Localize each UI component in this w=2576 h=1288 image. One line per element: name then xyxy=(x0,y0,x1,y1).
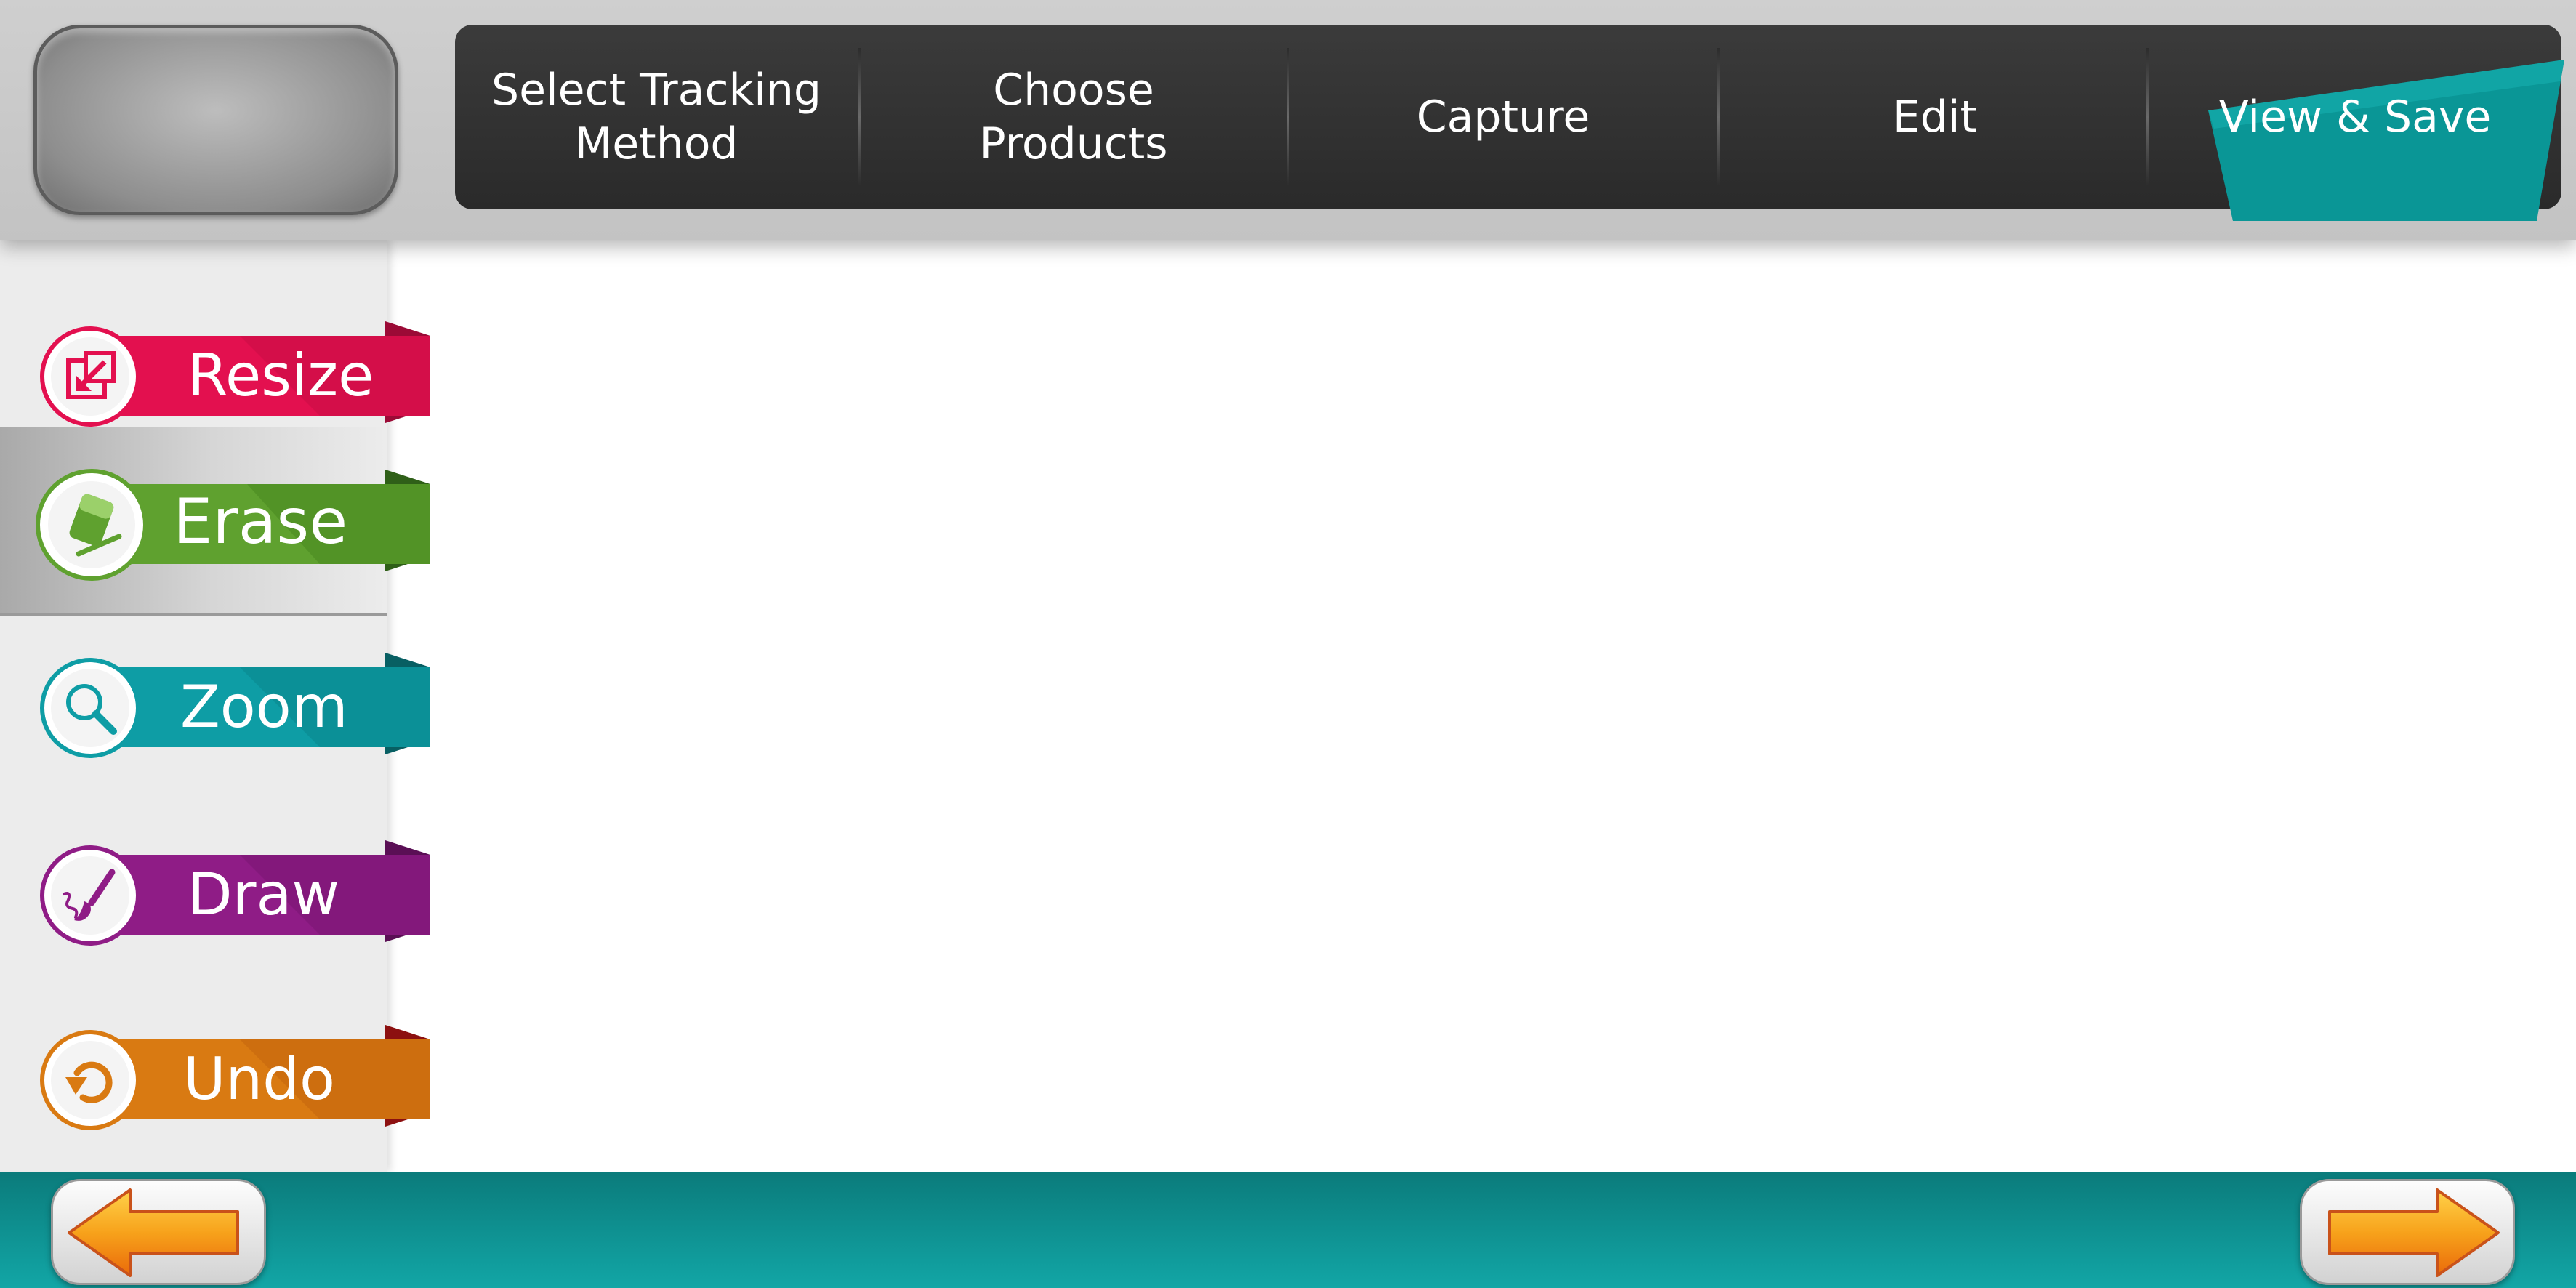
tab-label: Edit xyxy=(1892,92,1978,142)
top-header: Select Tracking Method Choose Products C… xyxy=(0,0,2576,240)
arrow-left-icon xyxy=(68,1188,239,1277)
tool-label: Erase xyxy=(173,486,348,558)
edit-canvas[interactable] xyxy=(387,240,2576,1172)
paintbrush-icon xyxy=(63,869,116,921)
tool-label: Draw xyxy=(188,860,339,928)
tab-label: Choose Products xyxy=(979,65,1168,169)
tool-label: Zoom xyxy=(180,672,348,741)
tab-select-tracking-method[interactable]: Select Tracking Method xyxy=(455,25,858,209)
back-button[interactable] xyxy=(51,1179,266,1285)
tool-label: Undo xyxy=(183,1045,335,1113)
bottom-navigation-bar xyxy=(0,1172,2576,1288)
tool-sidebar: Resize Erase Zoom Draw Undo xyxy=(0,240,430,1172)
tab-choose-products[interactable]: Choose Products xyxy=(861,25,1287,209)
eraser-icon xyxy=(69,494,122,557)
undo-icon xyxy=(65,1061,113,1103)
draw-tool-button[interactable]: Draw xyxy=(0,800,430,989)
tab-label: View & Save xyxy=(2218,92,2492,142)
tab-edit[interactable]: Edit xyxy=(1720,25,2138,209)
tab-label: Capture xyxy=(1416,92,1590,142)
resize-icon xyxy=(66,351,116,399)
next-button[interactable] xyxy=(2300,1179,2515,1285)
tab-capture[interactable]: Capture xyxy=(1289,25,1717,209)
zoom-tool-button[interactable]: Zoom xyxy=(0,612,430,801)
erase-tool-button[interactable]: Erase xyxy=(0,427,430,616)
magnifier-icon xyxy=(66,684,117,735)
workflow-tabs: Select Tracking Method Choose Products C… xyxy=(455,25,2564,221)
arrow-right-icon xyxy=(2328,1188,2500,1277)
undo-tool-button[interactable]: Undo xyxy=(0,984,430,1173)
tab-label: Select Tracking Method xyxy=(491,65,821,169)
logo-placeholder xyxy=(33,25,398,215)
